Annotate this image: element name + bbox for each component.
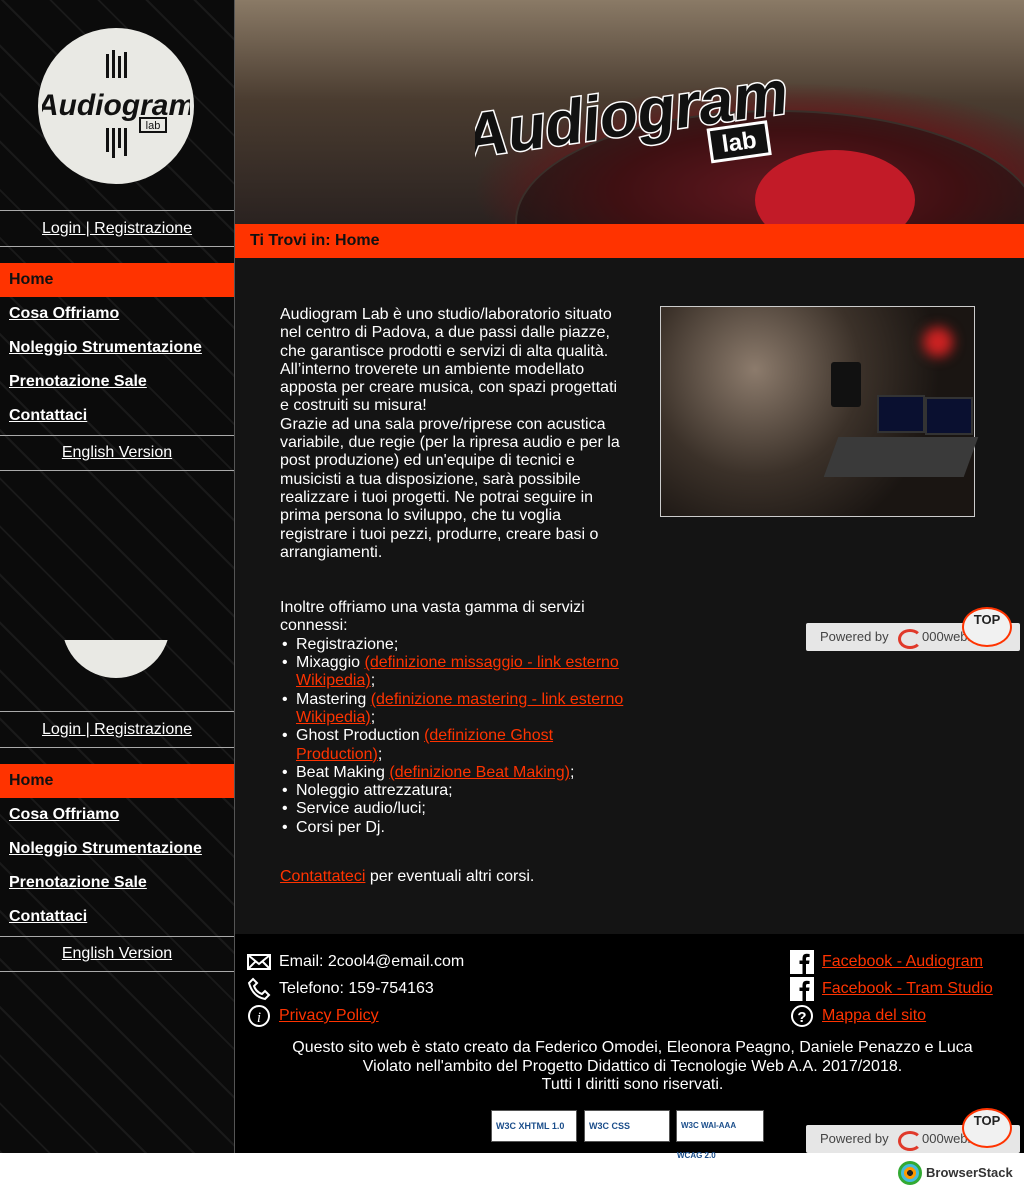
list-item: Registrazione; (282, 636, 630, 655)
login-register-link[interactable]: Login | Registrazione (0, 210, 234, 247)
top-button-footer[interactable]: TOP (962, 1108, 1012, 1148)
menu-item-prenotazione[interactable]: Prenotazione Sale (0, 866, 234, 900)
english-version-link-sticky[interactable]: English Version (0, 936, 234, 972)
main-content: Audiogram Lab è uno studio/laboratorio s… (235, 258, 1024, 934)
main-menu-sticky: Home Cosa Offriamo Noleggio Strumentazio… (0, 764, 234, 934)
envelope-icon (247, 954, 271, 970)
sidebar-logo[interactable]: Audiogram lab (0, 0, 234, 210)
audiogram-hero-logo: Audiogram lab (475, 56, 794, 173)
intro-paragraph: Audiogram Lab è uno studio/laboratorio s… (280, 306, 618, 415)
menu-item-prenotazione[interactable]: Prenotazione Sale (0, 365, 234, 399)
sidebar: Audiogram lab Login | Registrazione Home… (0, 0, 235, 1153)
badge-logo-sub: lab (146, 120, 161, 132)
list-item: Beat Making (definizione Beat Making); (282, 764, 630, 783)
breadcrumb-text: Ti Trovi in: Home (250, 232, 380, 249)
menu-item-contattaci[interactable]: Contattaci (0, 900, 234, 934)
list-item: Service audio/luci; (282, 800, 630, 819)
menu-item-home[interactable]: Home (0, 764, 234, 798)
list-item: Mixaggio (definizione missaggio - link e… (282, 654, 630, 691)
svg-text:?: ? (797, 1009, 806, 1026)
top-button[interactable]: TOP (962, 607, 1012, 647)
sitemap-link[interactable]: Mappa del sito (822, 1004, 926, 1028)
audiogram-badge-logo: Audiogram lab (42, 32, 190, 180)
footer: Email: 2cool4@email.com Telefono: 159-75… (235, 934, 1024, 1160)
contact-line: Contattateci per eventuali altri corsi. (280, 868, 535, 886)
facebook-audiogram-link[interactable]: Facebook - Audiogram (822, 950, 983, 974)
w3c-xhtml-badge[interactable]: W3C XHTML 1.0 (491, 1110, 577, 1142)
facebook-icon (790, 977, 814, 1001)
svg-text:i: i (257, 1010, 261, 1026)
list-item: Corsi per Dj. (282, 819, 630, 838)
menu-item-cosa-offriamo[interactable]: Cosa Offriamo (0, 798, 234, 832)
menu-item-contattaci[interactable]: Contattaci (0, 399, 234, 433)
menu-item-noleggio[interactable]: Noleggio Strumentazione (0, 331, 234, 365)
menu-item-noleggio[interactable]: Noleggio Strumentazione (0, 832, 234, 866)
intro-paragraph-2: Grazie ad una sala prove/riprese con acu… (280, 415, 620, 561)
content-text: Audiogram Lab è uno studio/laboratorio s… (280, 306, 630, 886)
contattateci-link[interactable]: Contattateci (280, 868, 365, 885)
badge-logo-text: Audiogram (42, 89, 190, 122)
main-menu: Home Cosa Offriamo Noleggio Strumentazio… (0, 263, 234, 433)
breadcrumb: Ti Trovi in: Home (235, 224, 1024, 258)
list-item: Noleggio attrezzatura; (282, 782, 630, 801)
hero-banner: Audiogram lab (235, 0, 1024, 224)
menu-item-cosa-offriamo[interactable]: Cosa Offriamo (0, 297, 234, 331)
badge-fragment (62, 640, 170, 680)
list-item: Ghost Production (definizione Ghost Prod… (282, 727, 630, 764)
menu-item-home[interactable]: Home (0, 263, 234, 297)
beat-making-link[interactable]: (definizione Beat Making) (389, 764, 570, 781)
privacy-policy-link[interactable]: Privacy Policy (279, 1004, 379, 1028)
info-icon: i (248, 1005, 270, 1027)
phone-icon (247, 977, 271, 1001)
facebook-tram-link[interactable]: Facebook - Tram Studio (822, 977, 993, 1001)
w3c-css-badge[interactable]: W3C CSS (584, 1110, 670, 1142)
w3c-wcag-badge[interactable]: W3C WAI-AAA WCAG 2.0 (676, 1110, 764, 1160)
english-version-link[interactable]: English Version (0, 435, 234, 471)
services-intro: Inoltre offriamo una vasta gamma di serv… (280, 599, 585, 635)
list-item: Mastering (definizione mastering - link … (282, 691, 630, 728)
hero-logo-sub: lab (720, 127, 758, 159)
login-register-link-sticky[interactable]: Login | Registrazione (0, 711, 234, 748)
question-icon: ? (791, 1005, 813, 1027)
facebook-icon (790, 950, 814, 974)
studio-photo (660, 306, 979, 517)
services-list: Registrazione; Mixaggio (definizione mis… (280, 636, 630, 838)
browserstack-logo-icon (898, 1161, 922, 1185)
credits: Questo sito web è stato creato da Federi… (292, 1039, 973, 1093)
